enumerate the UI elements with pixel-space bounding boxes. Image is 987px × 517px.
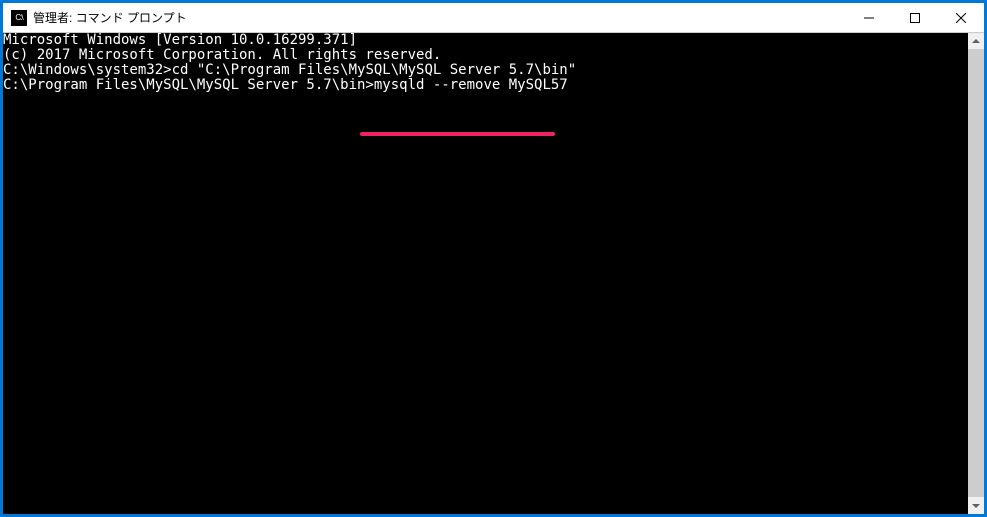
command-text: cd "C:\Program Files\MySQL\MySQL Server …: [172, 62, 577, 78]
command-text: mysqld --remove MySQL57: [374, 77, 568, 93]
terminal-line: (c) 2017 Microsoft Corporation. All righ…: [3, 48, 968, 63]
terminal-line: C:\Windows\system32>cd "C:\Program Files…: [3, 63, 968, 78]
terminal-output[interactable]: Microsoft Windows [Version 10.0.16299.37…: [3, 33, 968, 514]
minimize-icon: [864, 13, 874, 23]
terminal-area: Microsoft Windows [Version 10.0.16299.37…: [3, 33, 984, 514]
terminal-line: C:\Program Files\MySQL\MySQL Server 5.7\…: [3, 78, 968, 93]
close-button[interactable]: [938, 3, 984, 32]
chevron-up-icon: [972, 39, 980, 43]
terminal-line: Microsoft Windows [Version 10.0.16299.37…: [3, 33, 968, 48]
chevron-down-icon: [972, 504, 980, 508]
prompt: C:\Program Files\MySQL\MySQL Server 5.7\…: [3, 77, 374, 93]
highlight-underline: [360, 132, 555, 136]
minimize-button[interactable]: [846, 3, 892, 32]
maximize-icon: [910, 13, 920, 23]
scroll-down-button[interactable]: [968, 498, 984, 514]
app-icon: C:\: [11, 10, 27, 26]
window-title: 管理者: コマンド プロンプト: [33, 9, 846, 26]
scroll-thumb[interactable]: [968, 49, 984, 497]
window-controls: [846, 3, 984, 32]
titlebar[interactable]: C:\ 管理者: コマンド プロンプト: [3, 3, 984, 33]
close-icon: [956, 13, 966, 23]
prompt: C:\Windows\system32>: [3, 62, 172, 78]
command-prompt-window: C:\ 管理者: コマンド プロンプト Microsoft Windows [V…: [2, 2, 985, 515]
vertical-scrollbar[interactable]: [968, 33, 984, 514]
scroll-up-button[interactable]: [968, 33, 984, 49]
maximize-button[interactable]: [892, 3, 938, 32]
